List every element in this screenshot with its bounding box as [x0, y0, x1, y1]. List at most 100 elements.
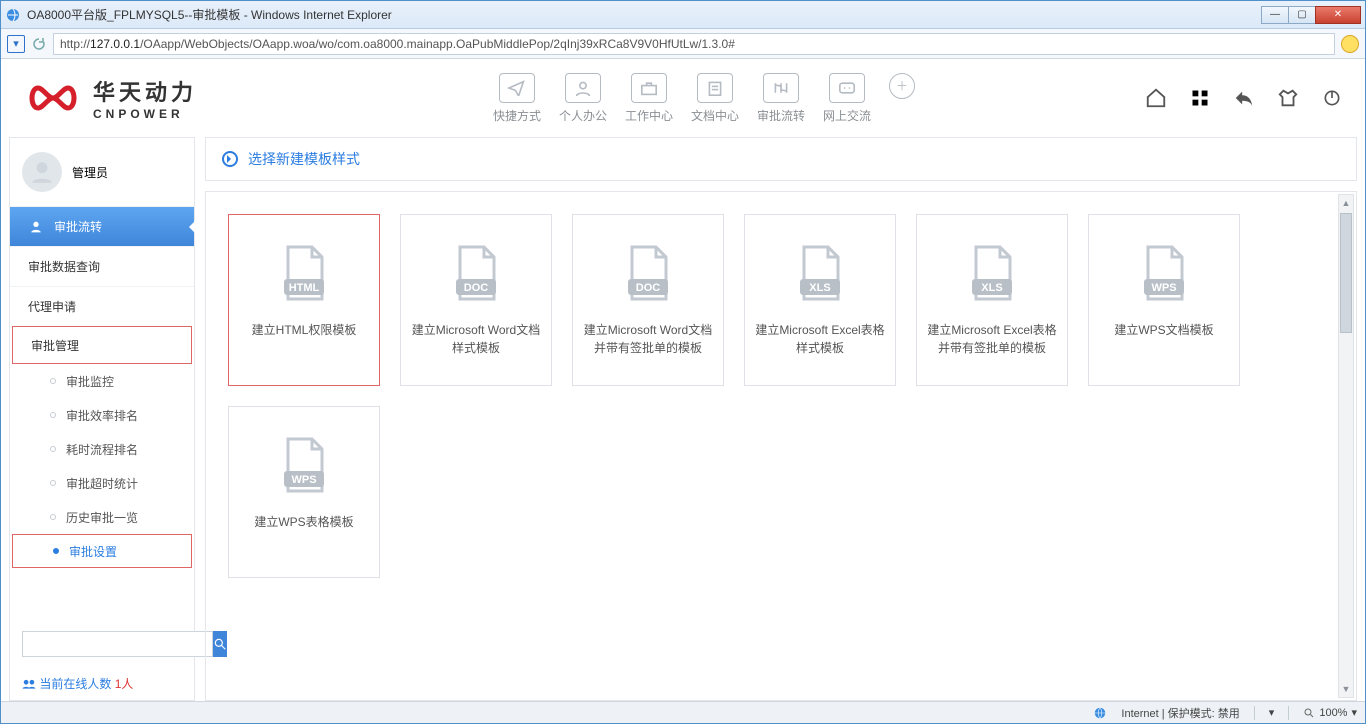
briefcase-icon: [631, 73, 667, 103]
template-card-6[interactable]: WPS建立WPS表格模板: [228, 406, 380, 578]
nav-add[interactable]: ＋: [889, 73, 915, 124]
ie-icon: [5, 7, 21, 23]
file-xls-icon: XLS: [794, 243, 846, 303]
card-label: 建立WPS文档模板: [1114, 321, 1213, 339]
scroll-down-icon[interactable]: ▼: [1339, 681, 1353, 697]
url-field[interactable]: http://127.0.0.1/OAapp/WebObjects/OAapp.…: [53, 33, 1335, 55]
statusbar: Internet | 保护模式: 禁用 ▾ 100% ▾: [1, 701, 1365, 723]
sidebar-cat-2[interactable]: 代理申请: [10, 286, 194, 326]
sidebar-cat-label: 审批流转: [54, 218, 102, 235]
power-icon[interactable]: [1321, 87, 1343, 109]
nav-label: 文档中心: [691, 107, 739, 124]
nav-label: 快捷方式: [493, 107, 541, 124]
scrollbar[interactable]: ▲ ▼: [1338, 194, 1354, 698]
refresh-icon[interactable]: [31, 36, 47, 52]
people-icon: [22, 679, 36, 689]
template-card-1[interactable]: DOC 建立Microsoft Word文档样式模板: [400, 214, 552, 386]
person-icon: [565, 73, 601, 103]
card-label: 建立Microsoft Excel表格样式模板: [755, 321, 885, 357]
card-label: 建立Microsoft Word文档样式模板: [411, 321, 541, 357]
nav-chat[interactable]: 网上交流: [823, 73, 871, 124]
svg-text:XLS: XLS: [809, 282, 830, 294]
protected-mode-dropdown[interactable]: ▾: [1269, 706, 1275, 719]
security-shield-icon[interactable]: ▾: [7, 35, 25, 53]
compat-view-icon[interactable]: [1341, 35, 1359, 53]
sidebar: 管理员 审批流转审批数据查询代理申请审批管理审批监控审批效率排名耗时流程排名审批…: [9, 137, 195, 701]
template-card-5[interactable]: WPS 建立WPS文档模板: [1088, 214, 1240, 386]
nav-label: 工作中心: [625, 107, 673, 124]
nav-briefcase[interactable]: 工作中心: [625, 73, 673, 124]
template-card-0[interactable]: HTML建立HTML权限模板: [228, 214, 380, 386]
apps-icon[interactable]: [1189, 87, 1211, 109]
sidebar-search-input[interactable]: [22, 631, 213, 657]
bullet-icon: [50, 514, 56, 520]
zoom-control[interactable]: 100% ▾: [1303, 706, 1357, 719]
file-doc-icon: DOC: [450, 243, 502, 303]
bullet-icon: [50, 446, 56, 452]
scroll-up-icon[interactable]: ▲: [1339, 195, 1353, 211]
nav-flow[interactable]: 审批流转: [757, 73, 805, 124]
bullet-icon: [50, 480, 56, 486]
header-actions: [1145, 87, 1343, 109]
status-sep: [1254, 706, 1255, 720]
panel-body: HTML建立HTML权限模板DOC建立Microsoft Word文档样式模板D…: [205, 191, 1357, 701]
online-number: 1人: [115, 677, 134, 691]
home-icon[interactable]: [1145, 87, 1167, 109]
titlebar: OA8000平台版_FPLMYSQL5--审批模板 - Windows Inte…: [1, 1, 1365, 29]
sidebar-sub-3[interactable]: 审批超时统计: [10, 466, 194, 500]
template-card-3[interactable]: XLS 建立Microsoft Excel表格样式模板: [744, 214, 896, 386]
window-title: OA8000平台版_FPLMYSQL5--审批模板 - Windows Inte…: [27, 6, 1262, 23]
zoom-dropdown-icon[interactable]: ▾: [1351, 706, 1357, 719]
bullet-icon: [50, 412, 56, 418]
url-prefix: http://: [60, 37, 90, 51]
side-nav: 审批流转审批数据查询代理申请审批管理审批监控审批效率排名耗时流程排名审批超时统计…: [10, 206, 194, 621]
avatar-icon: [22, 152, 62, 192]
nav-person[interactable]: 个人办公: [559, 73, 607, 124]
content: 管理员 审批流转审批数据查询代理申请审批管理审批监控审批效率排名耗时流程排名审批…: [1, 137, 1365, 701]
chat-icon: [829, 73, 865, 103]
sidebar-sub-5[interactable]: 审批设置: [12, 534, 192, 568]
sidebar-sub-label: 审批监控: [66, 373, 114, 390]
nav-doc[interactable]: 文档中心: [691, 73, 739, 124]
sidebar-cat-1[interactable]: 审批数据查询: [10, 246, 194, 286]
close-button[interactable]: ✕: [1315, 6, 1361, 24]
user-block: 管理员: [10, 138, 194, 206]
address-bar: ▾ http://127.0.0.1/OAapp/WebObjects/OAap…: [1, 29, 1365, 59]
panel-header-icon: [222, 151, 238, 167]
main: 选择新建模板样式 HTML建立HTML权限模板DOC建立Microsoft Wo…: [205, 137, 1357, 701]
file-doc-icon: DOC: [622, 243, 674, 303]
template-card-2[interactable]: DOC建立Microsoft Word文档并带有签批单的模板: [572, 214, 724, 386]
sidebar-cat-0[interactable]: 审批流转: [10, 206, 194, 246]
sidebar-sub-4[interactable]: 历史审批一览: [10, 500, 194, 534]
sidebar-cat-label: 审批数据查询: [28, 258, 100, 275]
logo: 华天动力 CNPOWER: [23, 75, 263, 121]
sidebar-sub-label: 审批超时统计: [66, 475, 138, 492]
status-zone: Internet | 保护模式: 禁用: [1121, 705, 1239, 721]
online-count: 当前在线人数 1人: [10, 667, 194, 700]
sidebar-sub-1[interactable]: 审批效率排名: [10, 398, 194, 432]
logo-mark-icon: [23, 80, 83, 116]
sidebar-cat-3[interactable]: 审批管理: [12, 326, 192, 364]
panel-title: 选择新建模板样式: [248, 149, 360, 169]
reply-icon[interactable]: [1233, 87, 1255, 109]
sidebar-sub-label: 耗时流程排名: [66, 441, 138, 458]
svg-text:WPS: WPS: [291, 474, 316, 486]
url-host: 127.0.0.1: [90, 37, 140, 51]
plus-icon: ＋: [889, 73, 915, 99]
status-sep2: [1288, 706, 1289, 720]
template-card-4[interactable]: XLS建立Microsoft Excel表格并带有签批单的模板: [916, 214, 1068, 386]
nav-paperplane[interactable]: 快捷方式: [493, 73, 541, 124]
scroll-thumb[interactable]: [1340, 213, 1352, 333]
maximize-button[interactable]: ▢: [1288, 6, 1316, 24]
sidebar-sub-2[interactable]: 耗时流程排名: [10, 432, 194, 466]
app-header: 华天动力 CNPOWER 快捷方式 个人办公工作中心 文档中心 审批流转网上交流 ＋: [1, 59, 1365, 137]
sidebar-sub-label: 审批设置: [69, 543, 117, 560]
flow-icon: [763, 73, 799, 103]
minimize-button[interactable]: —: [1261, 6, 1289, 24]
sidebar-search: [10, 621, 194, 667]
sidebar-sub-0[interactable]: 审批监控: [10, 364, 194, 398]
svg-text:WPS: WPS: [1151, 282, 1176, 294]
template-cards: HTML建立HTML权限模板DOC建立Microsoft Word文档样式模板D…: [228, 214, 1334, 578]
skin-icon[interactable]: [1277, 87, 1299, 109]
online-label: 当前在线人数: [39, 677, 114, 691]
